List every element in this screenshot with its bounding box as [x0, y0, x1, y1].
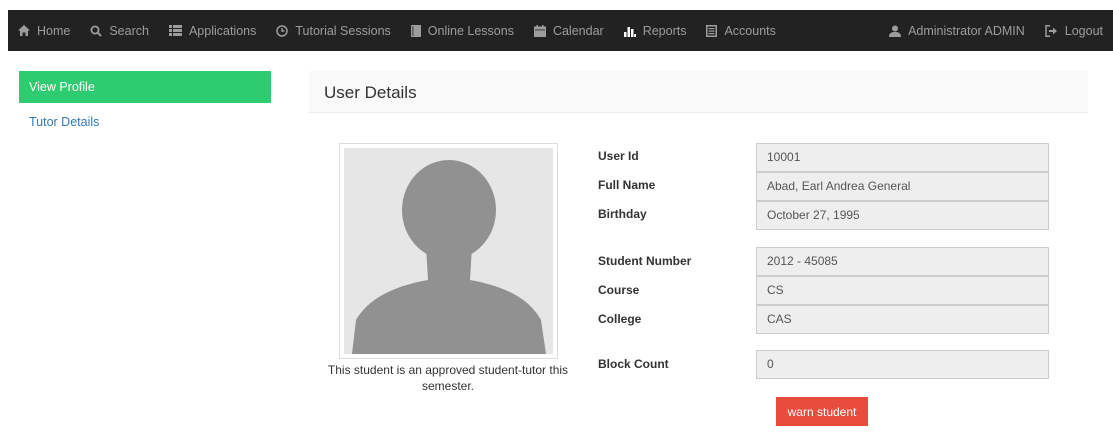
- college-field: CAS: [756, 305, 1049, 334]
- student-number-field: 2012 - 45085: [756, 247, 1049, 276]
- logout-icon: [1045, 24, 1057, 37]
- birthday-field: October 27, 1995: [756, 201, 1049, 230]
- nav-logout[interactable]: Logout: [1035, 10, 1113, 51]
- user-icon: [889, 25, 902, 37]
- nav-user-label: Administrator ADMIN: [908, 23, 1025, 38]
- list-icon: [168, 25, 182, 36]
- birthday-label: Birthday: [598, 207, 647, 221]
- sidebar-item-view-profile[interactable]: View Profile: [19, 71, 271, 103]
- bar-chart-icon: [623, 26, 636, 37]
- nav-online-lessons[interactable]: Online Lessons: [401, 10, 524, 51]
- nav-home-label: Home: [37, 23, 71, 38]
- block-count-field: 0: [756, 350, 1049, 379]
- course-field: CS: [756, 276, 1049, 305]
- warn-student-button[interactable]: warn student: [776, 397, 868, 426]
- nav-user-menu[interactable]: Administrator ADMIN: [879, 10, 1035, 51]
- full-name-field: Abad, Earl Andrea General: [756, 172, 1049, 201]
- nav-search[interactable]: Search: [80, 10, 159, 51]
- avatar-placeholder: [344, 148, 553, 354]
- nav-reports[interactable]: Reports: [614, 10, 697, 51]
- panel-title: User Details: [309, 71, 1088, 113]
- nav-calendar-label: Calendar: [552, 23, 604, 38]
- college-label: College: [598, 312, 642, 326]
- nav-tutorial-sessions-label: Tutorial Sessions: [295, 23, 391, 38]
- sidebar: View Profile Tutor Details: [19, 71, 271, 141]
- sidebar-item-tutor-details[interactable]: Tutor Details: [19, 103, 271, 141]
- search-icon: [90, 25, 103, 37]
- approval-caption: This student is an approved student-tuto…: [327, 363, 569, 393]
- nav-calendar[interactable]: Calendar: [524, 10, 614, 51]
- nav-applications[interactable]: Applications: [159, 10, 266, 51]
- top-navbar: Home Search Applications Tutorial Sessio…: [8, 10, 1113, 51]
- calendar-icon: [533, 24, 546, 37]
- nav-online-lessons-label: Online Lessons: [427, 23, 514, 38]
- accounts-icon: [706, 24, 718, 37]
- book-icon: [410, 24, 421, 37]
- nav-logout-label: Logout: [1064, 23, 1103, 38]
- nav-reports-label: Reports: [642, 23, 687, 38]
- student-number-label: Student Number: [598, 254, 692, 268]
- block-count-label: Block Count: [598, 357, 669, 371]
- nav-search-label: Search: [109, 23, 149, 38]
- home-icon: [18, 25, 30, 36]
- nav-accounts-label: Accounts: [724, 23, 776, 38]
- avatar-silhouette: [344, 148, 553, 354]
- nav-applications-label: Applications: [188, 23, 257, 38]
- course-label: Course: [598, 283, 640, 297]
- nav-home[interactable]: Home: [8, 10, 80, 51]
- user-id-field: 10001: [756, 143, 1049, 172]
- profile-photo: [339, 143, 558, 359]
- full-name-label: Full Name: [598, 178, 656, 192]
- clock-icon: [276, 24, 289, 37]
- nav-accounts[interactable]: Accounts: [696, 10, 785, 51]
- user-id-label: User Id: [598, 149, 639, 163]
- nav-tutorial-sessions[interactable]: Tutorial Sessions: [266, 10, 400, 51]
